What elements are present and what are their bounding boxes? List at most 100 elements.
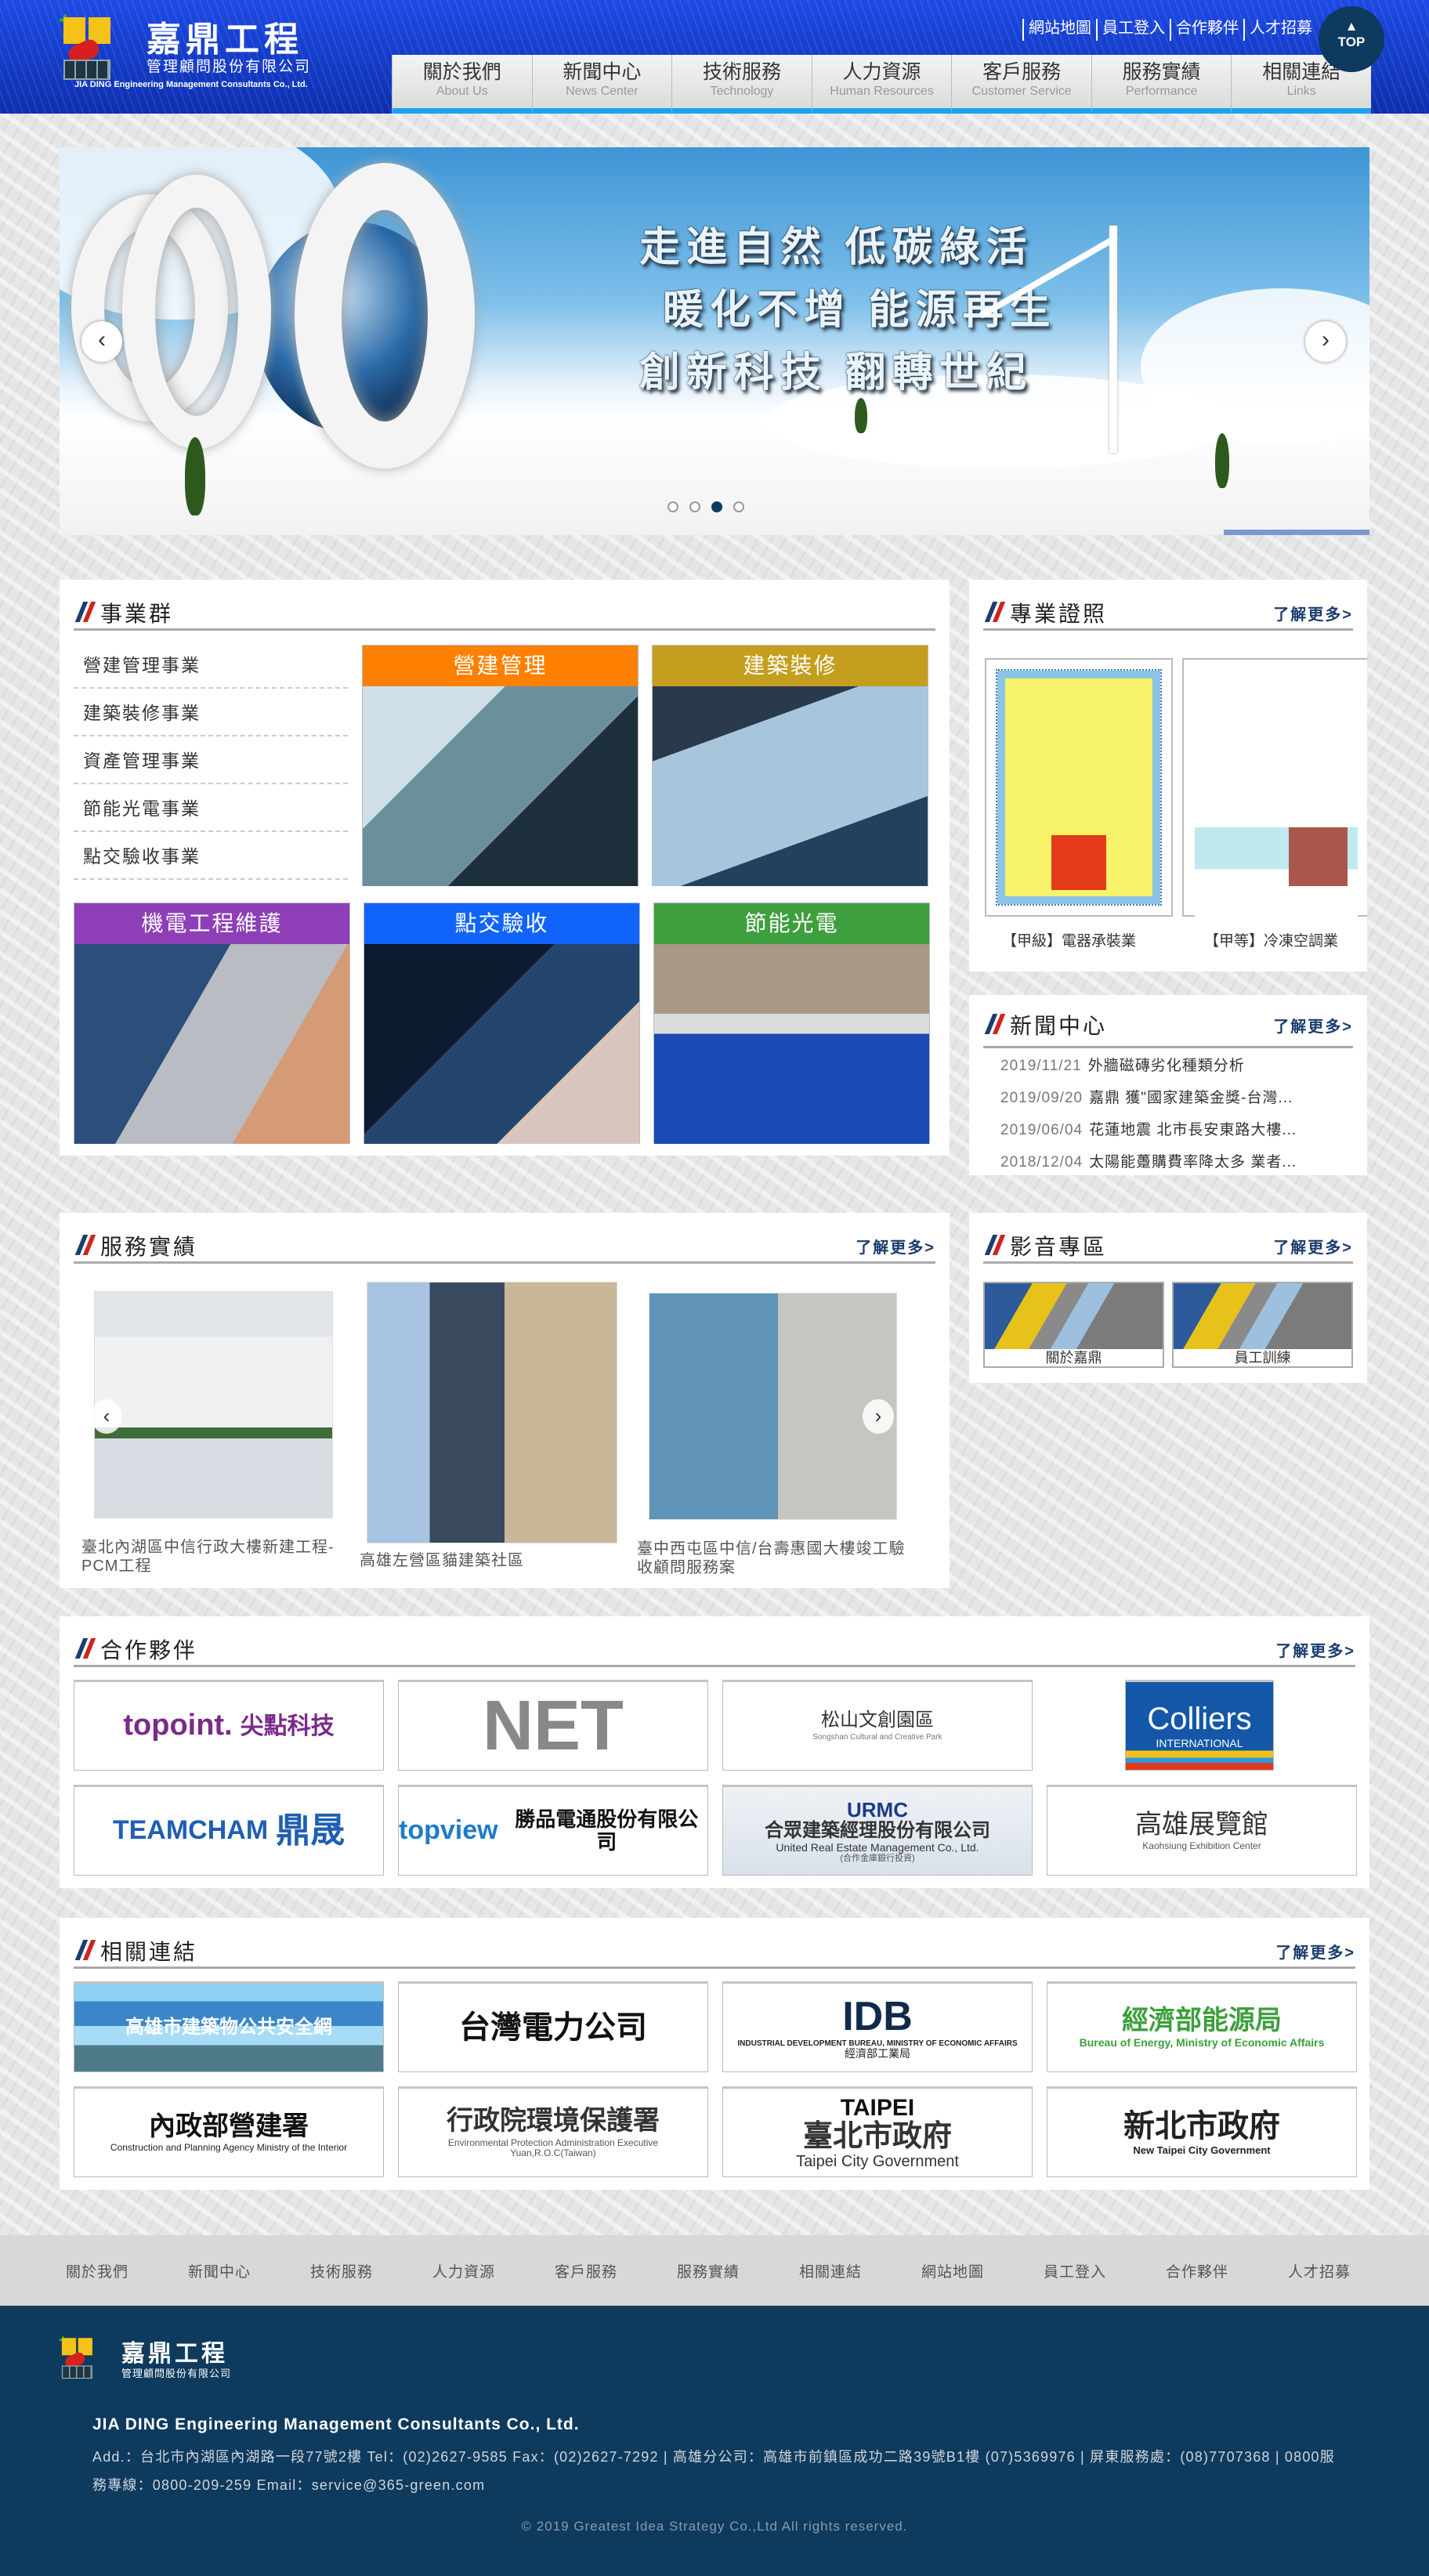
site-logo[interactable]: ✚ 嘉鼎工程 管理顧問股份有限公司 JIA DING Engineering M… <box>59 8 325 94</box>
project-image[interactable] <box>367 1282 617 1543</box>
carousel-dot[interactable] <box>667 501 678 512</box>
partner-logo[interactable]: Colliers INTERNATIONAL <box>1125 1680 1274 1771</box>
business-tile[interactable]: 機電工程維護 <box>74 903 350 1144</box>
video-thumbnail[interactable]: 關於嘉鼎 <box>983 1282 1164 1368</box>
related-link-logo[interactable]: 行政院環境保護署 Environmental Protection Adminis… <box>398 2086 708 2177</box>
partner-logo[interactable]: NET <box>398 1680 708 1771</box>
section-title: 合作夥伴 <box>100 1638 198 1662</box>
project-caption[interactable]: 臺中西屯區中信/台壽惠國大樓竣工驗收顧問服務案 <box>637 1539 911 1577</box>
carousel-dots <box>667 501 744 512</box>
nav-item-human-resources[interactable]: 人力資源 Human Resources <box>811 55 952 114</box>
nav-item-customer-service[interactable]: 客戶服務 Customer Service <box>951 55 1091 114</box>
partner-logo[interactable]: 高雄展覽館 Kaohsiung Exhibition Center <box>1047 1785 1357 1876</box>
nav-label: 服務實績 <box>1122 61 1201 83</box>
nav-item-performance[interactable]: 服務實績 Performance <box>1091 55 1232 114</box>
project-image[interactable] <box>94 1291 333 1518</box>
footer-nav-link[interactable]: 服務實績 <box>677 2260 799 2281</box>
partners-more-link[interactable]: 了解更多> <box>1275 1638 1355 1661</box>
project-caption[interactable]: 臺北內湖區中信行政大樓新建工程-PCM工程 <box>81 1538 352 1576</box>
nav-item-technology[interactable]: 技術服務 Technology <box>671 55 812 114</box>
top-link-partners[interactable]: 合作夥伴 <box>1170 19 1243 41</box>
footer-nav-link[interactable]: 合作夥伴 <box>1166 2260 1288 2281</box>
business-tile-label: 節能光電 <box>654 903 929 944</box>
business-tile-image <box>74 944 349 1144</box>
business-list-item[interactable]: 點交驗收事業 <box>74 832 348 880</box>
news-item[interactable]: 2018/12/04 太陽能躉購費率降太多 業者... <box>1000 1146 1297 1178</box>
certificates-more-link[interactable]: 了解更多> <box>1273 602 1353 624</box>
carousel-prev-button[interactable]: ‹ <box>81 321 122 362</box>
footer-nav-link[interactable]: 人力資源 <box>432 2260 555 2281</box>
logo-text: topoint. <box>123 1709 233 1742</box>
business-tile[interactable]: 建築裝修 <box>652 645 928 886</box>
footer-nav-link[interactable]: 關於我們 <box>66 2260 188 2281</box>
carousel-dot[interactable] <box>733 501 744 512</box>
related-link-logo[interactable]: IDB INDUSTRIAL DEVELOPMENT BUREAU, MINIST… <box>722 1981 1033 2072</box>
footer-nav-link[interactable]: 客戶服務 <box>555 2260 677 2281</box>
footer-nav-link[interactable]: 相關連結 <box>799 2260 921 2281</box>
section-title: 服務實績 <box>100 1235 198 1259</box>
business-tile[interactable]: 點交驗收 <box>364 903 640 1144</box>
news-item[interactable]: 2019/11/21 外牆磁磚劣化種類分析 <box>1000 1050 1297 1082</box>
video-more-link[interactable]: 了解更多> <box>1273 1235 1353 1257</box>
related-link-logo[interactable]: 台灣電力公司 <box>398 1981 708 2072</box>
hero-carousel[interactable]: 走進自然 低碳綠活 暖化不增 能源再生 創新科技 翻轉世紀 ‹ › <box>60 147 1369 535</box>
business-tile[interactable]: 營建管理 <box>362 645 639 886</box>
video-thumbnail[interactable]: 員工訓練 <box>1172 1282 1353 1368</box>
links-more-link[interactable]: 了解更多> <box>1275 1940 1355 1963</box>
project-caption[interactable]: 高雄左營區貓建築社區 <box>360 1551 630 1570</box>
footer-nav-link[interactable]: 技術服務 <box>310 2260 432 2281</box>
nav-sublabel: Customer Service <box>971 85 1072 98</box>
footer-nav-link[interactable]: 網站地圖 <box>921 2260 1044 2281</box>
business-list-item[interactable]: 營建管理事業 <box>74 641 348 689</box>
footer-logo-subtitle: 管理顧問股份有限公司 <box>121 2368 232 2379</box>
top-link-recruit[interactable]: 人才招募 <box>1243 19 1317 41</box>
certificate-caption: 【甲級】電器承裝業 <box>1002 933 1137 950</box>
news-item[interactable]: 2019/06/04 花蓮地震 北市長安東路大樓... <box>1000 1114 1297 1146</box>
carousel-next-button[interactable]: › <box>1305 321 1346 362</box>
footer-nav: 關於我們 新聞中心 技術服務 人力資源 客戶服務 服務實績 相關連結 網站地圖 員工登入 合作夥伴… <box>0 2235 1429 2306</box>
business-list-item[interactable]: 資產管理事業 <box>74 736 348 784</box>
related-link-logo[interactable]: 經濟部能源局 Bureau of Energy, Ministry of Econ… <box>1047 1981 1357 2072</box>
logo-text: 行政院環境保護署 <box>447 2106 660 2136</box>
footer-nav-link[interactable]: 新聞中心 <box>188 2260 310 2281</box>
footer-logo: ✚ 嘉鼎工程 管理顧問股份有限公司 <box>59 2334 262 2389</box>
top-link-sitemap[interactable]: 網站地圖 <box>1022 19 1096 41</box>
business-list-item[interactable]: 節能光電事業 <box>74 784 348 832</box>
related-link-logo[interactable]: 內政部營建署 Construction and Planning Agency M… <box>74 2086 384 2177</box>
performance-next-button[interactable]: › <box>863 1399 894 1434</box>
partner-logo[interactable]: TEAMCHAM 鼎晟 <box>74 1785 384 1876</box>
logo-text: 高雄市建築物公共安全網 <box>125 2016 332 2038</box>
nav-item-news-center[interactable]: 新聞中心 News Center <box>531 55 672 114</box>
footer-address: Add.：台北市內湖區內湖路一段77號2樓 Tel：(02)2627-9585 … <box>92 2449 1335 2493</box>
logo-title: 嘉鼎工程 <box>147 20 303 59</box>
partner-logo[interactable]: 松山文創園區 Songshan Cultural and Creative Par… <box>722 1680 1033 1771</box>
news-item[interactable]: 2019/09/20 嘉鼎 獲"國家建築金獎-台灣... <box>1000 1082 1297 1114</box>
news-more-link[interactable]: 了解更多> <box>1273 1014 1353 1037</box>
certificate-caption: 【甲等】冷凍空調業 <box>1204 933 1339 950</box>
carousel-dot[interactable] <box>689 501 700 512</box>
business-tile[interactable]: 節能光電 <box>653 903 930 1144</box>
related-link-logo[interactable]: 新北市政府 New Taipei City Government <box>1047 2086 1357 2177</box>
logo-text: Taipei City Government <box>796 2153 959 2171</box>
related-link-logo[interactable]: TAIPEI 臺北市政府 Taipei City Government <box>722 2086 1033 2177</box>
footer-nav-link[interactable]: 員工登入 <box>1044 2260 1166 2281</box>
partner-logo[interactable]: topoint. 尖點科技 <box>74 1680 384 1771</box>
top-link-staff-login[interactable]: 員工登入 <box>1096 19 1170 41</box>
business-list-item[interactable]: 建築裝修事業 <box>74 689 348 736</box>
logo-text: United Real Estate Management Co., Ltd. <box>776 1840 979 1854</box>
section-title: 影音專區 <box>1010 1235 1108 1259</box>
certificate-image[interactable] <box>1182 658 1367 971</box>
business-tile-label: 點交驗收 <box>364 903 639 944</box>
certificate-image[interactable] <box>985 658 1173 917</box>
performance-more-link[interactable]: 了解更多> <box>856 1235 935 1257</box>
logo-text: 台灣電力公司 <box>459 2010 647 2045</box>
carousel-dot[interactable] <box>711 501 722 512</box>
back-to-top-button[interactable]: ▲ TOP <box>1319 6 1384 72</box>
footer-nav-link[interactable]: 人才招募 <box>1288 2260 1410 2281</box>
partner-logo[interactable]: URMC 合眾建築經理股份有限公司 United Real Estate Manag… <box>722 1785 1033 1876</box>
project-image[interactable] <box>649 1293 897 1520</box>
nav-item-about-us[interactable]: 關於我們 About Us <box>392 55 532 114</box>
partner-logo[interactable]: topview 勝品電通股份有限公司 <box>398 1785 708 1876</box>
performance-prev-button[interactable]: ‹ <box>91 1399 122 1434</box>
related-link-logo[interactable]: 高雄市建築物公共安全網 <box>74 1981 384 2072</box>
